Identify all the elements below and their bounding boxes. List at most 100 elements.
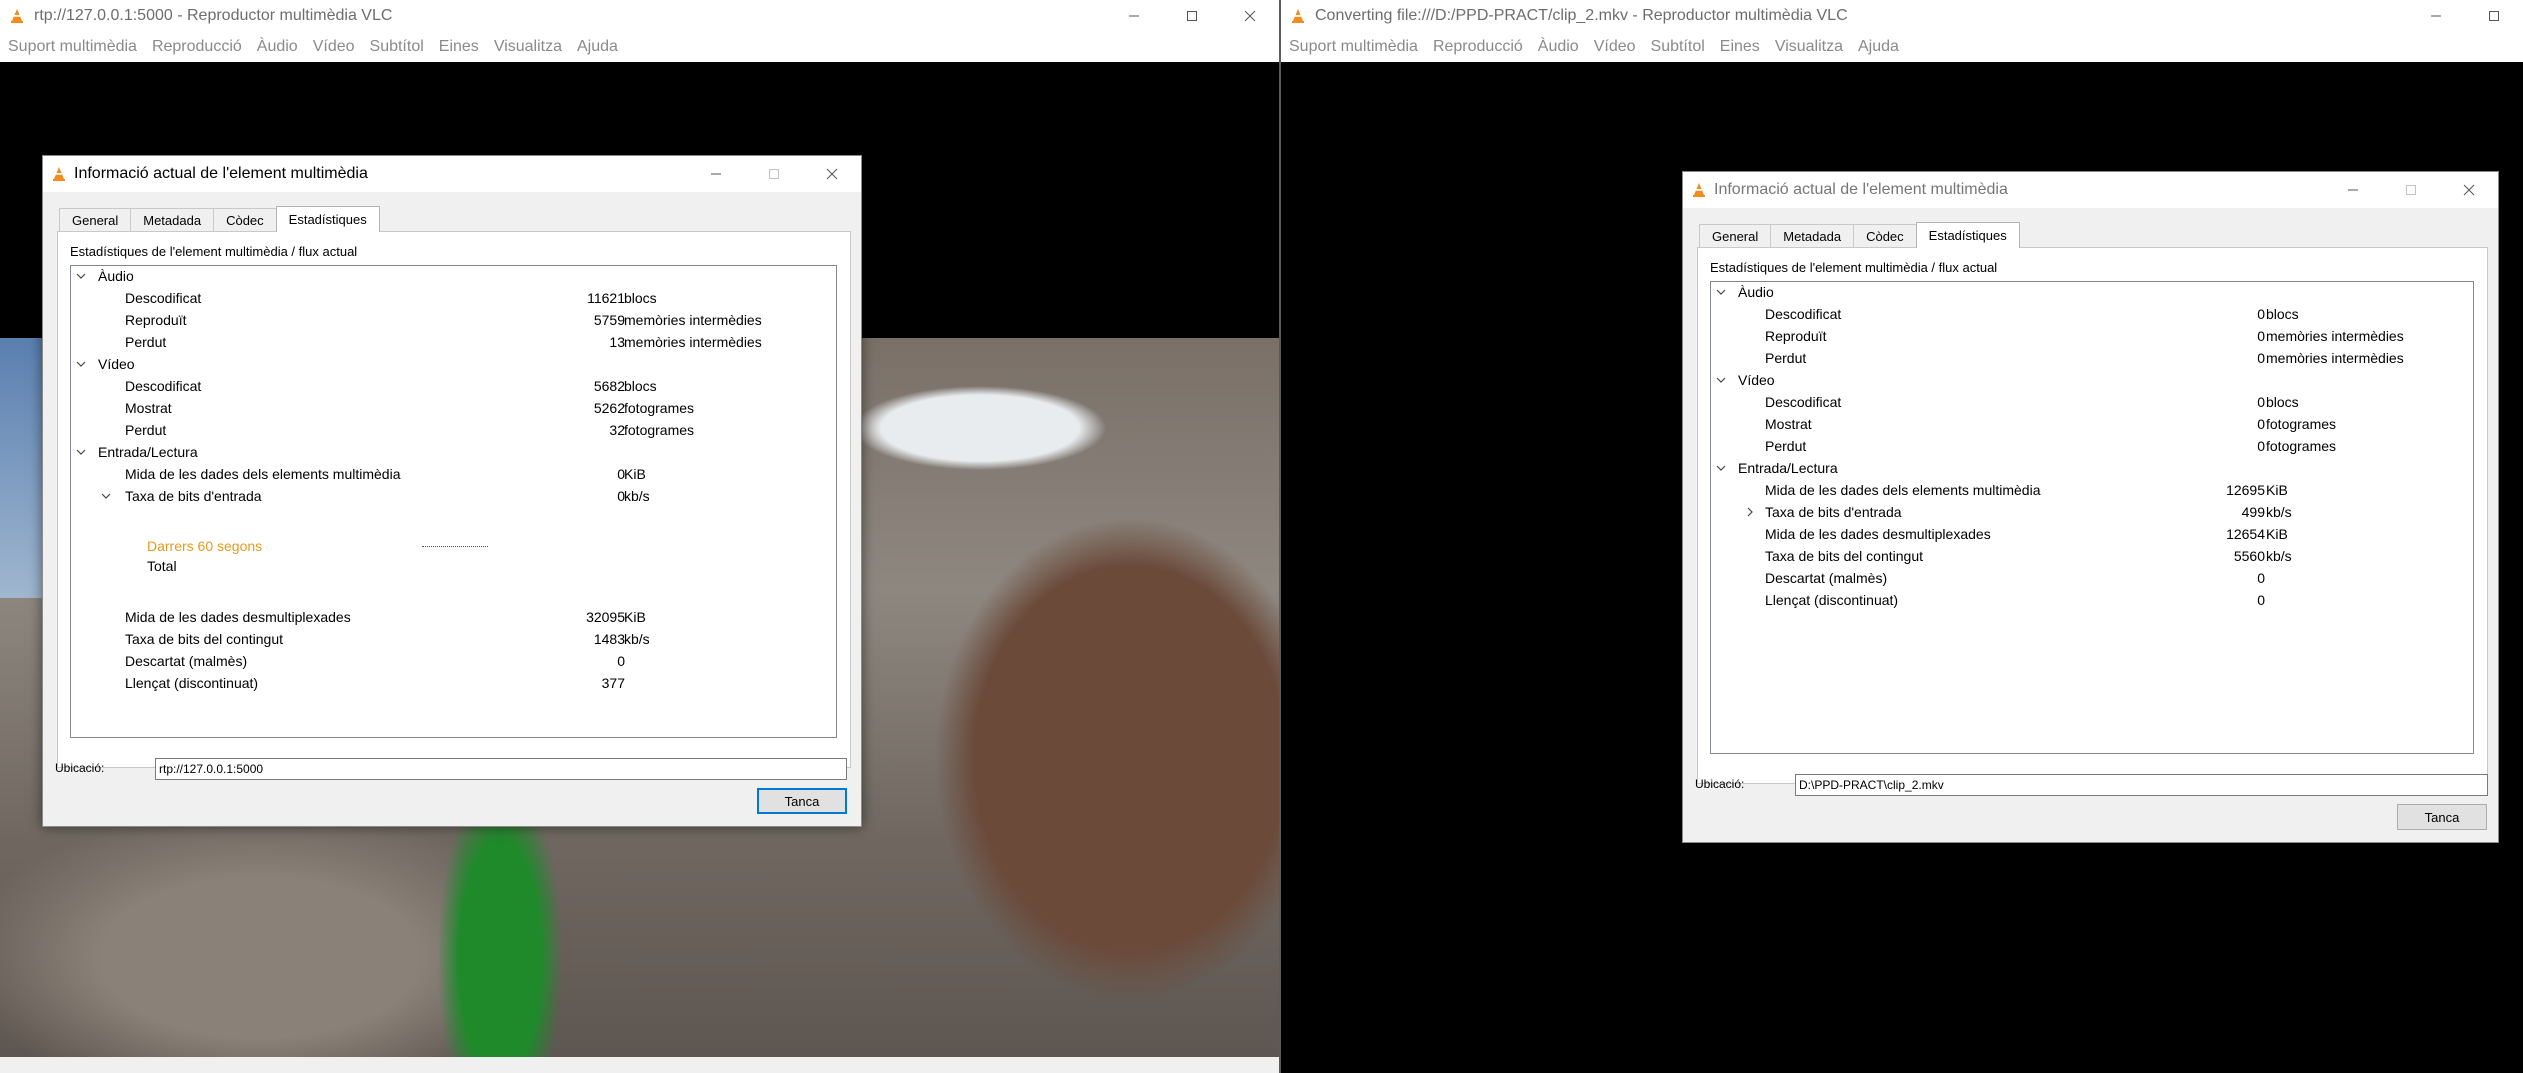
maximize-icon xyxy=(768,168,780,180)
menu-audio[interactable]: Àudio xyxy=(257,38,298,56)
row-value: 377 xyxy=(601,675,625,691)
tree-row[interactable]: Descodificat 0 blocs xyxy=(1711,392,2473,414)
location-field[interactable] xyxy=(1795,774,2488,796)
tree-row[interactable]: Descodificat 0 blocs xyxy=(1711,304,2473,326)
tree-row[interactable]: Mida de les dades desmultiplexades 12654… xyxy=(1711,524,2473,546)
row-label: Reproduït xyxy=(1765,328,1827,344)
dialog-minimize-button[interactable] xyxy=(2324,172,2382,208)
close-button[interactable] xyxy=(1221,0,1279,32)
tab-codec[interactable]: Còdec xyxy=(213,208,277,232)
row-unit: fotogrames xyxy=(624,400,695,416)
tab-bar: General Metadada Còdec Estadístiques xyxy=(59,206,380,232)
row-label: Taxa de bits d'entrada xyxy=(1765,504,1902,520)
statistics-tree[interactable]: Àudio Descodificat 0 blocs Reproduït 0 m… xyxy=(1710,281,2474,754)
tree-node-video[interactable]: Vídeo xyxy=(71,354,836,376)
tree-row[interactable]: Perdut 0 memòries intermèdies xyxy=(1711,348,2473,370)
chevron-down-icon[interactable] xyxy=(75,358,87,370)
menu-playback[interactable]: Reproducció xyxy=(152,38,242,56)
tree-node-input[interactable]: Entrada/Lectura xyxy=(1711,458,2473,480)
menu-tools[interactable]: Eines xyxy=(1720,38,1760,56)
graph-legend-label: Total xyxy=(147,558,177,574)
graph-legend-label: Darrers 60 segons xyxy=(147,538,263,554)
tree-row[interactable]: Taxa de bits del contingut 5560 kb/s xyxy=(1711,546,2473,568)
row-value: 5262 xyxy=(593,400,625,416)
tab-metadata[interactable]: Metadada xyxy=(130,208,215,232)
menu-subtitle[interactable]: Subtítol xyxy=(370,38,424,56)
menu-tools[interactable]: Eines xyxy=(439,38,479,56)
chevron-down-icon[interactable] xyxy=(75,446,87,458)
node-label: Vídeo xyxy=(98,356,135,372)
menu-subtitle[interactable]: Subtítol xyxy=(1651,38,1705,56)
menu-view[interactable]: Visualitza xyxy=(494,38,562,56)
menu-video[interactable]: Vídeo xyxy=(313,38,355,56)
tree-row[interactable]: Mida de les dades dels elements multimèd… xyxy=(1711,480,2473,502)
chevron-down-icon[interactable] xyxy=(100,490,112,502)
tree-row[interactable]: Llençat (discontinuat) 0 xyxy=(1711,590,2473,612)
tree-node-input[interactable]: Entrada/Lectura xyxy=(71,442,836,464)
dialog-close-button[interactable] xyxy=(803,156,861,192)
tree-row[interactable]: Perdut 0 fotogrames xyxy=(1711,436,2473,458)
close-dialog-button[interactable]: Tanca xyxy=(757,788,847,814)
tree-node-audio[interactable]: Àudio xyxy=(1711,282,2473,304)
tree-row[interactable]: Descartat (malmès) 0 xyxy=(71,651,836,673)
row-label: Taxa de bits del contingut xyxy=(1765,548,1923,564)
tree-row[interactable]: Descartat (malmès) 0 xyxy=(1711,568,2473,590)
maximize-button[interactable] xyxy=(2465,0,2523,32)
tree-row[interactable]: Perdut 32 fotogrames xyxy=(71,420,836,442)
tree-row[interactable]: Perdut 13 memòries intermèdies xyxy=(71,332,836,354)
tab-metadata[interactable]: Metadada xyxy=(1770,224,1855,248)
row-label: Taxa de bits d'entrada xyxy=(125,488,262,504)
menu-help[interactable]: Ajuda xyxy=(1858,38,1899,56)
minimize-button[interactable] xyxy=(1105,0,1163,32)
tree-row[interactable]: Descodificat 5682 blocs xyxy=(71,376,836,398)
tree-row[interactable]: Llençat (discontinuat) 377 xyxy=(71,673,836,695)
node-label: Àudio xyxy=(1738,284,1774,300)
dialog-maximize-button[interactable] xyxy=(745,156,803,192)
tree-node-audio[interactable]: Àudio xyxy=(71,266,836,288)
chevron-down-icon[interactable] xyxy=(1715,286,1727,298)
menu-video[interactable]: Vídeo xyxy=(1594,38,1636,56)
menu-help[interactable]: Ajuda xyxy=(577,38,618,56)
dialog-close-button[interactable] xyxy=(2440,172,2498,208)
tab-statistics[interactable]: Estadístiques xyxy=(275,206,380,232)
close-dialog-button[interactable]: Tanca xyxy=(2397,804,2487,830)
row-value: 0 xyxy=(2257,328,2265,344)
menu-view[interactable]: Visualitza xyxy=(1775,38,1843,56)
dialog-maximize-button[interactable] xyxy=(2382,172,2440,208)
tree-node-input-bitrate[interactable]: Taxa de bits d'entrada 499 kb/s xyxy=(1711,502,2473,524)
menu-media[interactable]: Suport multimèdia xyxy=(8,38,137,56)
tab-statistics[interactable]: Estadístiques xyxy=(1915,222,2020,248)
chevron-down-icon[interactable] xyxy=(75,270,87,282)
tree-row[interactable]: Reproduït 5759 memòries intermèdies xyxy=(71,310,836,332)
node-label: Vídeo xyxy=(1738,372,1775,388)
chevron-down-icon[interactable] xyxy=(1715,462,1727,474)
menu-bar: Suport multimèdia Reproducció Àudio Víde… xyxy=(0,32,1279,62)
menu-playback[interactable]: Reproducció xyxy=(1433,38,1523,56)
menu-audio[interactable]: Àudio xyxy=(1538,38,1579,56)
chevron-right-icon[interactable] xyxy=(1744,506,1756,518)
chevron-down-icon[interactable] xyxy=(1715,374,1727,386)
tree-row[interactable]: Mostrat 5262 fotogrames xyxy=(71,398,836,420)
tree-row[interactable]: Descodificat 11621 blocs xyxy=(71,288,836,310)
tree-row[interactable]: Reproduït 0 memòries intermèdies xyxy=(1711,326,2473,348)
maximize-icon xyxy=(1186,10,1198,22)
tree-row[interactable]: Mostrat 0 fotogrames xyxy=(1711,414,2473,436)
dialog-minimize-button[interactable] xyxy=(687,156,745,192)
tree-row[interactable]: Mida de les dades desmultiplexades 32095… xyxy=(71,607,836,629)
location-field[interactable] xyxy=(155,758,847,780)
menu-media[interactable]: Suport multimèdia xyxy=(1289,38,1418,56)
tree-node-input-bitrate[interactable]: Taxa de bits d'entrada 0 kb/s xyxy=(71,486,836,508)
maximize-button[interactable] xyxy=(1163,0,1221,32)
statistics-panel: Estadístiques de l'element multimèdia / … xyxy=(57,231,851,768)
tab-general[interactable]: General xyxy=(1699,224,1772,248)
tree-row[interactable]: Mida de les dades dels elements multimèd… xyxy=(71,464,836,486)
row-label: Descodificat xyxy=(1765,394,1842,410)
tree-node-video[interactable]: Vídeo xyxy=(1711,370,2473,392)
title-bar: rtp://127.0.0.1:5000 - Reproductor multi… xyxy=(0,0,1279,32)
statistics-tree[interactable]: Àudio Descodificat 11621 blocs Reproduït… xyxy=(70,265,837,738)
minimize-button[interactable] xyxy=(2407,0,2465,32)
tab-general[interactable]: General xyxy=(59,208,132,232)
tab-codec[interactable]: Còdec xyxy=(1853,224,1917,248)
row-value: 0 xyxy=(2257,570,2265,586)
tree-row[interactable]: Taxa de bits del contingut 1483 kb/s xyxy=(71,629,836,651)
